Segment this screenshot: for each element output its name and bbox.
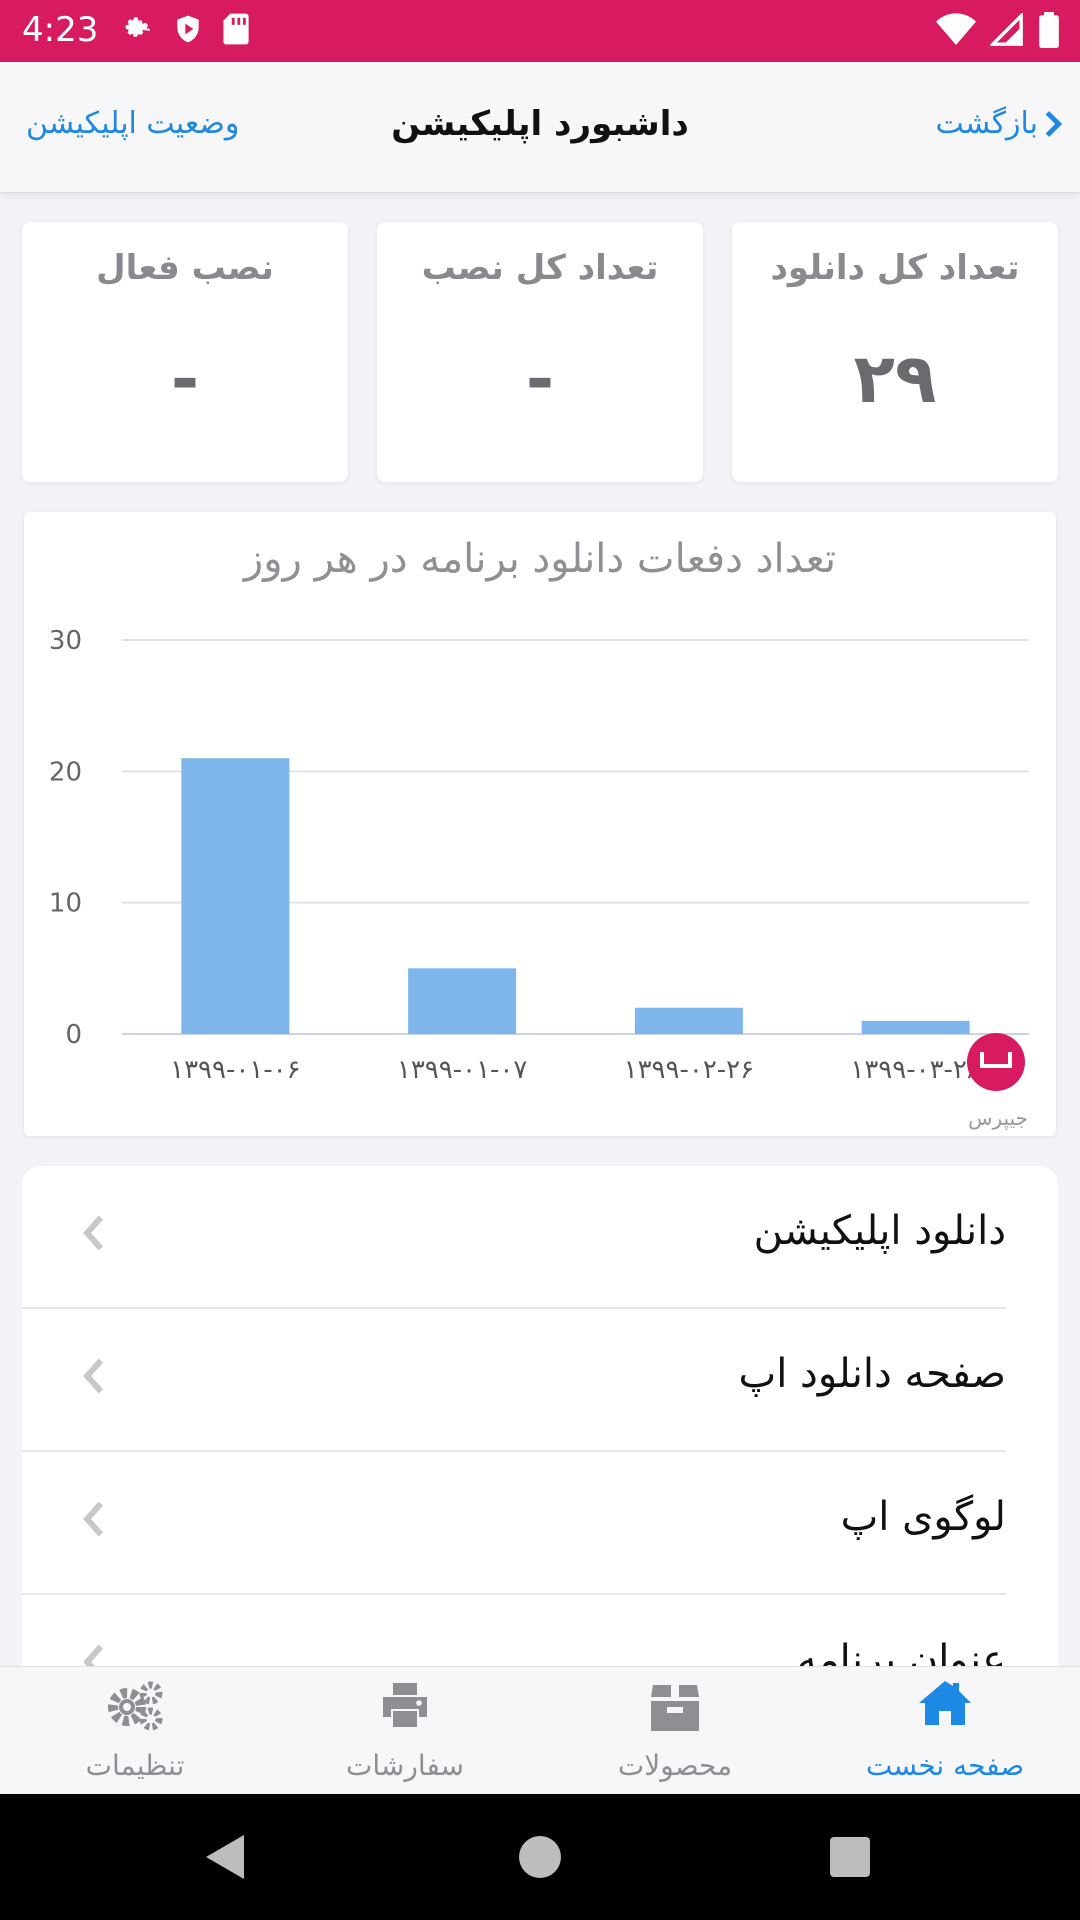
app-status-link[interactable]: وضعیت اپلیکیشن xyxy=(26,106,239,141)
brand-badge-icon xyxy=(967,1033,1025,1091)
sd-card-icon xyxy=(223,13,249,45)
chart-bar xyxy=(861,1020,970,1034)
back-triangle-icon[interactable] xyxy=(204,1833,248,1881)
list-item-app-title[interactable]: عنوان برنامه xyxy=(22,1595,1058,1666)
tab-label: سفارشات xyxy=(345,1749,465,1782)
list-item-label: عنوان برنامه xyxy=(796,1637,1006,1666)
chevron-left-icon xyxy=(83,1644,104,1666)
list-item-download-page[interactable]: صفحه دانلود اپ xyxy=(22,1309,1058,1452)
y-tick-label: 10 xyxy=(49,889,82,919)
recents-square-icon[interactable] xyxy=(830,1837,870,1877)
stat-label: تعداد کل دانلود xyxy=(770,248,1020,288)
tab-orders[interactable]: سفارشات xyxy=(270,1667,540,1795)
x-tick-label: ۱۳۹۹-۰۱-۰۷ xyxy=(397,1055,528,1085)
stat-value: - xyxy=(525,340,555,419)
box-icon xyxy=(651,1685,699,1731)
shield-play-icon xyxy=(177,15,199,43)
home-circle-icon[interactable] xyxy=(519,1836,561,1878)
chart-watermark: جیپرس xyxy=(968,1106,1028,1130)
list-item-label: دانلود اپلیکیشن xyxy=(753,1208,1006,1254)
printer-icon xyxy=(383,1683,427,1727)
tab-home[interactable]: صفحه نخست xyxy=(810,1667,1080,1795)
list-item-download-app[interactable]: دانلود اپلیکیشن xyxy=(22,1166,1058,1309)
tab-label: تنظیمات xyxy=(85,1749,185,1782)
list-item-label: صفحه دانلود اپ xyxy=(738,1351,1006,1397)
x-tick-label: ۱۳۹۹-۰۲-۲۶ xyxy=(624,1055,754,1085)
tab-bar: صفحه نخست محصولات سفارشات تنظیمات xyxy=(0,1666,1080,1795)
status-bar: 4:23 xyxy=(0,0,1080,62)
stat-card-total-downloads: تعداد کل دانلود ۲۹ xyxy=(732,222,1058,482)
chart-bar xyxy=(408,968,517,1034)
y-tick-label: 30 xyxy=(49,626,82,656)
stat-value: ۲۹ xyxy=(853,340,937,419)
battery-icon xyxy=(1039,12,1059,48)
stat-label: نصب فعال xyxy=(96,248,274,288)
stat-value: - xyxy=(170,340,200,419)
list-item-app-logo[interactable]: لوگوی اپ xyxy=(22,1452,1058,1595)
chevron-left-icon xyxy=(83,1358,104,1394)
gears-icon xyxy=(108,1681,163,1731)
home-icon xyxy=(919,1681,971,1725)
tab-label: صفحه نخست xyxy=(865,1749,1025,1782)
settings-list: دانلود اپلیکیشن صفحه دانلود اپ لوگوی اپ … xyxy=(22,1166,1058,1666)
list-item-label: لوگوی اپ xyxy=(840,1494,1006,1540)
settings-icon xyxy=(125,17,150,37)
wifi-icon xyxy=(936,13,976,45)
navigation-bar: بازگشت داشبورد اپلیکیشن وضعیت اپلیکیشن xyxy=(0,62,1080,193)
stat-card-active-installs: نصب فعال - xyxy=(22,222,348,482)
chevron-left-icon xyxy=(83,1215,104,1251)
chart-bar xyxy=(634,1007,743,1034)
y-tick-label: 0 xyxy=(65,1020,82,1050)
downloads-chart-card: تعداد دفعات دانلود برنامه در هر روز 0 10 2… xyxy=(24,512,1056,1136)
tab-settings[interactable]: تنظیمات xyxy=(0,1667,270,1795)
downloads-bar-chart: 0 10 20 30 ۱۳۹۹-۰۱-۰۶ ۱۳۹۹-۰۱-۰۷ ۱۳۹۹-۰۲-۲۶ ۱۳۹… xyxy=(49,626,1029,1091)
tab-label: محصولات xyxy=(617,1749,733,1782)
status-time: 4:23 xyxy=(22,10,99,50)
chevron-left-icon xyxy=(83,1501,104,1537)
x-tick-label: ۱۳۹۹-۰۱-۰۶ xyxy=(170,1055,300,1085)
tab-products[interactable]: محصولات xyxy=(540,1667,810,1795)
chart-bar xyxy=(181,758,290,1034)
stat-label: تعداد کل نصب xyxy=(421,248,659,288)
system-navigation-bar xyxy=(0,1794,1080,1920)
stat-card-total-installs: تعداد کل نصب - xyxy=(377,222,703,482)
signal-icon xyxy=(990,13,1023,46)
x-tick-label: ۱۳۹۹-۰۳-۲۸ xyxy=(850,1055,981,1085)
y-tick-label: 20 xyxy=(49,757,82,787)
